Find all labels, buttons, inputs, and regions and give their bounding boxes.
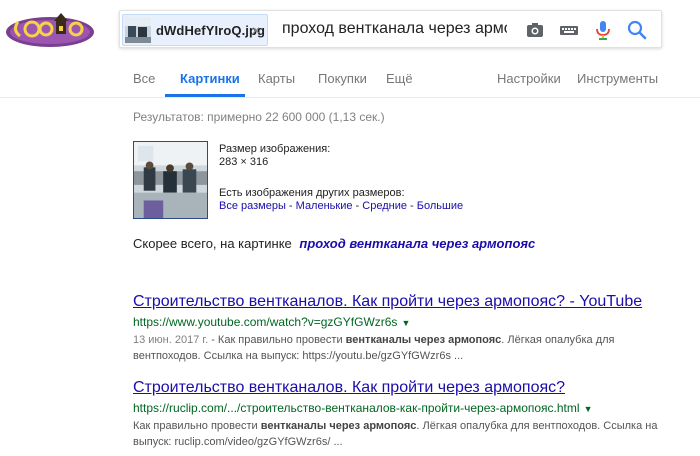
tab-images[interactable]: Картинки (180, 71, 240, 86)
image-chip[interactable]: dWdHefYIroQ.jpg × (122, 14, 268, 46)
tab-all[interactable]: Все (133, 71, 155, 86)
snippet-text: - Как правильно провести (208, 334, 346, 346)
camera-icon[interactable] (524, 19, 546, 41)
keyboard-icon[interactable] (558, 19, 580, 41)
result-url: https://www.youtube.com/watch?v=gzGYfGWz… (133, 314, 663, 331)
size-link-separator: - (285, 200, 296, 212)
search-icon[interactable] (626, 19, 648, 41)
tab-settings[interactable]: Настройки (497, 71, 561, 86)
microphone-icon[interactable] (592, 19, 614, 41)
size-link-small[interactable]: Маленькие (296, 200, 353, 212)
result-url-text: https://ruclip.com/.../строительство-вен… (133, 401, 580, 415)
tab-shopping[interactable]: Покупки (318, 71, 367, 86)
search-box[interactable]: dWdHefYIroQ.jpg × проход вентканала чере… (119, 10, 662, 48)
result-snippet: 13 июн. 2017 г. - Как правильно провести… (133, 332, 663, 364)
image-size-value: 283 × 316 (219, 156, 269, 168)
size-link-medium[interactable]: Средние (362, 200, 407, 212)
tab-maps[interactable]: Карты (258, 71, 295, 86)
search-input[interactable]: проход вентканала через армопояс (282, 20, 507, 38)
best-guess-label: Скорее всего, на картинке (133, 236, 292, 251)
chip-thumbnail (125, 17, 151, 43)
query-image-thumbnail[interactable] (133, 141, 208, 219)
image-chip-filename: dWdHefYIroQ.jpg (156, 23, 266, 38)
other-sizes-label: Есть изображения других размеров: (219, 187, 405, 199)
result-date: 13 июн. 2017 г. (133, 334, 209, 346)
chevron-down-icon[interactable]: ▼ (584, 404, 593, 414)
header: dWdHefYIroQ.jpg × проход вентканала чере… (0, 0, 700, 62)
results-count: Результатов: примерно 22 600 000 (1,13 с… (133, 110, 385, 124)
size-link-large[interactable]: Большие (417, 200, 463, 212)
snippet-highlight: вентканалы через армопояс (345, 334, 502, 346)
tab-tools[interactable]: Инструменты (577, 71, 658, 86)
active-tab-indicator (165, 94, 245, 97)
tab-more[interactable]: Ещё (386, 71, 413, 86)
search-result: Строительство вентканалов. Как пройти че… (133, 378, 663, 450)
result-snippet: Как правильно провести вентканалы через … (133, 418, 663, 450)
result-title-link[interactable]: Строительство вентканалов. Как пройти че… (133, 378, 663, 398)
size-link-separator: - (406, 200, 417, 212)
snippet-highlight: вентканалы через армопояс (260, 420, 417, 432)
result-url: https://ruclip.com/.../строительство-вен… (133, 400, 663, 417)
size-link-all[interactable]: Все размеры (219, 200, 286, 212)
result-url-text: https://www.youtube.com/watch?v=gzGYfGWz… (133, 315, 398, 329)
close-icon[interactable]: × (252, 22, 260, 38)
best-guess: Скорее всего, на картинке проход венткан… (133, 236, 535, 251)
search-tabs: Все Картинки Карты Покупки Ещё Настройки… (0, 62, 700, 98)
google-doodle-logo[interactable] (4, 10, 96, 50)
size-link-separator: - (352, 200, 363, 212)
search-result: Строительство вентканалов. Как пройти че… (133, 292, 663, 364)
chevron-down-icon[interactable]: ▼ (401, 318, 410, 328)
image-size-label: Размер изображения: (219, 143, 331, 155)
result-title-link[interactable]: Строительство вентканалов. Как пройти че… (133, 292, 663, 312)
best-guess-link[interactable]: проход вентканала через армопояс (299, 236, 535, 251)
size-links: Все размеры - Маленькие - Средние - Боль… (219, 200, 463, 212)
snippet-text: Как правильно провести (133, 420, 261, 432)
